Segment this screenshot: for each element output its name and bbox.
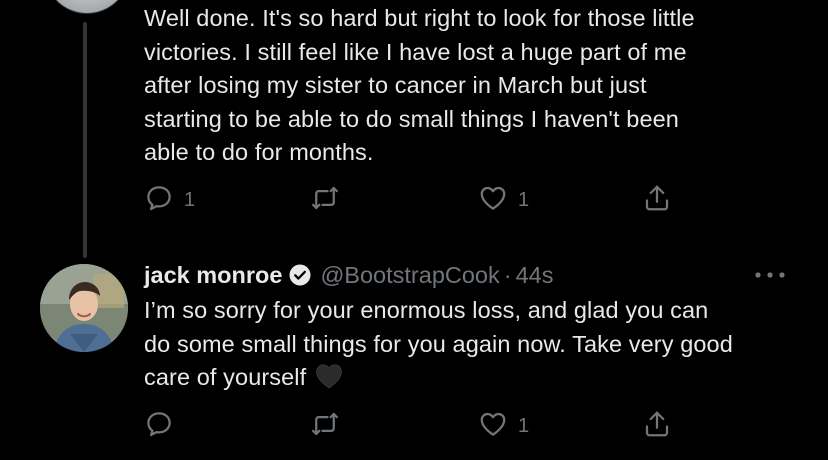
reply-tweet-text-line: care of yourself [144, 361, 804, 395]
retweet-button[interactable] [310, 182, 350, 218]
thread-connector-line [83, 22, 87, 258]
reply-button[interactable]: 1 [144, 182, 195, 218]
reply-tweet-text: I’m so sorry for your enormous loss, and… [144, 294, 804, 395]
reply-icon [144, 183, 174, 218]
reply-count: 1 [184, 188, 196, 211]
share-icon [642, 409, 672, 444]
previous-tweet-text: Well done. It's so hard but right to loo… [144, 2, 804, 170]
verified-badge-icon [288, 263, 312, 287]
like-count: 1 [518, 188, 530, 211]
share-button[interactable] [642, 182, 672, 218]
more-options-icon [754, 266, 786, 284]
tweet-header: jack monroe @BootstrapCook · 44s [144, 258, 553, 292]
like-icon [478, 409, 508, 444]
previous-tweet-avatar[interactable] [44, 0, 130, 14]
like-button[interactable]: 1 [478, 182, 529, 218]
more-options-button[interactable] [750, 262, 790, 288]
retweet-icon [310, 183, 340, 218]
previous-tweet-text-line: Well done. It's so hard but right to loo… [144, 5, 695, 31]
user-handle[interactable]: @BootstrapCook [320, 262, 499, 289]
previous-tweet-text-line: able to do for months. [144, 139, 374, 165]
reply-icon [144, 409, 174, 444]
share-button[interactable] [642, 408, 672, 444]
previous-tweet-text-line: after losing my sister to cancer in Marc… [144, 72, 647, 98]
share-icon [642, 183, 672, 218]
retweet-button[interactable] [310, 408, 350, 444]
previous-tweet-text-line: starting to be able to do small things I… [144, 105, 679, 132]
reply-tweet-actions: 1 [144, 408, 684, 444]
like-count: 1 [518, 414, 530, 437]
user-avatar[interactable] [40, 264, 128, 352]
timestamp[interactable]: 44s [516, 262, 554, 289]
display-name[interactable]: jack monroe [144, 262, 282, 289]
reply-button[interactable] [144, 408, 184, 444]
separator-dot: · [503, 261, 512, 288]
previous-tweet-actions: 1 1 [144, 182, 684, 218]
black-heart-emoji [313, 361, 345, 391]
previous-tweet-text-line: victories. I still feel like I have lost… [144, 38, 687, 65]
like-button[interactable]: 1 [478, 408, 529, 444]
reply-tweet-text-line: I’m so sorry for your enormous loss, and… [144, 297, 709, 323]
like-icon [478, 183, 508, 218]
reply-tweet-text-line: do some small things for you again now. … [144, 330, 733, 357]
retweet-icon [310, 409, 340, 444]
